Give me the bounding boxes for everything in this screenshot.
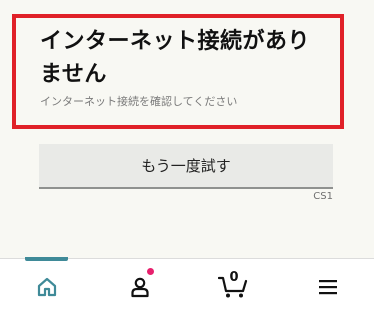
hamburger-menu-icon — [317, 278, 339, 296]
nav-home[interactable] — [0, 257, 93, 314]
home-icon — [36, 276, 58, 298]
nav-account[interactable] — [93, 259, 186, 314]
nav-cart[interactable]: 0 — [186, 259, 279, 314]
error-message-box: インターネット接続がありません インターネット接続を確認してください — [12, 14, 344, 129]
error-title: インターネット接続がありません — [40, 29, 311, 87]
error-code: CS1 — [313, 191, 333, 202]
active-tab-indicator — [25, 257, 68, 261]
user-icon — [129, 276, 151, 298]
nav-menu[interactable] — [281, 259, 374, 314]
bottom-navigation: 0 — [0, 257, 374, 315]
cart-count: 0 — [229, 270, 239, 285]
retry-button[interactable]: もう一度試す — [39, 144, 333, 189]
error-subtitle: インターネット接続を確認してください — [40, 95, 238, 108]
notification-dot — [147, 268, 154, 275]
